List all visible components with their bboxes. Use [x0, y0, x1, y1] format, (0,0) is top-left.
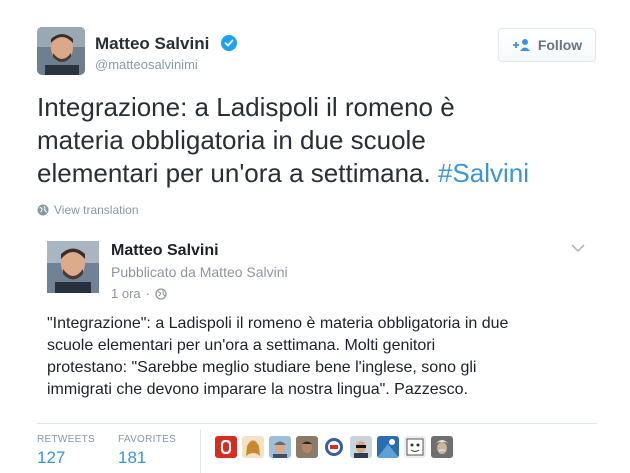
author-name[interactable]: Matteo Salvini [95, 34, 209, 54]
woman-photo [242, 436, 264, 458]
favoriter-avatar[interactable] [404, 436, 426, 458]
tweet-text-segment: elementari per un'ora a settimana. [37, 158, 438, 188]
tweet-text-line: Integrazione: a Ladispoli il romeno è [37, 92, 455, 122]
man-cap-photo [269, 436, 291, 458]
blue-pattern-icon [377, 436, 399, 458]
add-user-icon [512, 39, 530, 51]
embedded-post[interactable]: Matteo Salvini Pubblicato da Matteo Salv… [37, 224, 609, 420]
embedded-post-meta: 1 ora · [111, 286, 167, 301]
follow-button[interactable]: Follow [498, 28, 596, 62]
author-handle[interactable]: @matteosalvinimi [95, 57, 198, 72]
embedded-post-text-line: immigrati che devono imparare la nostra … [47, 381, 468, 398]
favoriter-avatar[interactable] [377, 436, 399, 458]
embedded-post-photo [47, 241, 99, 293]
retweets-label: RETWEETS [37, 434, 95, 445]
favorites-count[interactable]: 181 [118, 448, 146, 468]
favoriter-avatar[interactable] [350, 436, 372, 458]
favoriter-avatar[interactable] [215, 436, 237, 458]
embedded-post-published-by: Pubblicato da Matteo Salvini [111, 264, 288, 280]
favoriter-avatar[interactable] [269, 436, 291, 458]
globe-icon [37, 204, 49, 216]
embedded-post-avatar[interactable] [47, 241, 99, 293]
embedded-post-text-line: "Integrazione": a Ladispoli il romeno è … [47, 315, 509, 332]
badge-logo-icon [323, 436, 345, 458]
author-avatar[interactable] [37, 27, 85, 75]
view-translation-label: View translation [54, 203, 139, 217]
favoriter-avatar[interactable] [242, 436, 264, 458]
embedded-post-text-line: protestano: "Sarebbe meglio studiare ben… [47, 359, 477, 376]
cartoon-icon [404, 436, 426, 458]
tweet-page: Matteo Salvini @matteosalvinimi Follow I… [0, 0, 630, 473]
favoriter-avatar[interactable] [296, 436, 318, 458]
red-logo-icon [215, 436, 237, 458]
chevron-down-icon[interactable] [570, 243, 586, 253]
man-sunglasses-photo [350, 436, 372, 458]
meta-separator: · [145, 286, 150, 301]
follow-label: Follow [537, 37, 583, 53]
man-dark-photo [296, 436, 318, 458]
favoriters-avatars [215, 436, 453, 458]
tweet-text: Integrazione: a Ladispoli il romeno è ma… [37, 91, 617, 190]
einstein-photo [431, 436, 453, 458]
embedded-post-name[interactable]: Matteo Salvini [111, 242, 219, 260]
stats-separator [200, 430, 201, 473]
embedded-post-text: "Integrazione": a Ladispoli il romeno è … [47, 313, 587, 401]
favorites-label: FAVORITES [118, 434, 177, 445]
tweet-text-line: elementari per un'ora a settimana. #Salv… [37, 157, 617, 190]
retweets-count[interactable]: 127 [37, 448, 65, 468]
verified-icon [221, 35, 237, 51]
embedded-post-time[interactable]: 1 ora [111, 286, 141, 301]
tweet-text-line: materia obbligatoria in due scuole [37, 125, 426, 155]
divider [37, 423, 597, 424]
favoriter-avatar[interactable] [323, 436, 345, 458]
author-photo [37, 27, 85, 75]
hashtag-link[interactable]: #Salvini [438, 158, 529, 188]
favoriter-avatar[interactable] [431, 436, 453, 458]
globe-icon [155, 287, 167, 300]
embedded-post-text-line: scuole elementari per un'ora a settimana… [47, 337, 436, 354]
view-translation-link[interactable]: View translation [37, 203, 139, 217]
